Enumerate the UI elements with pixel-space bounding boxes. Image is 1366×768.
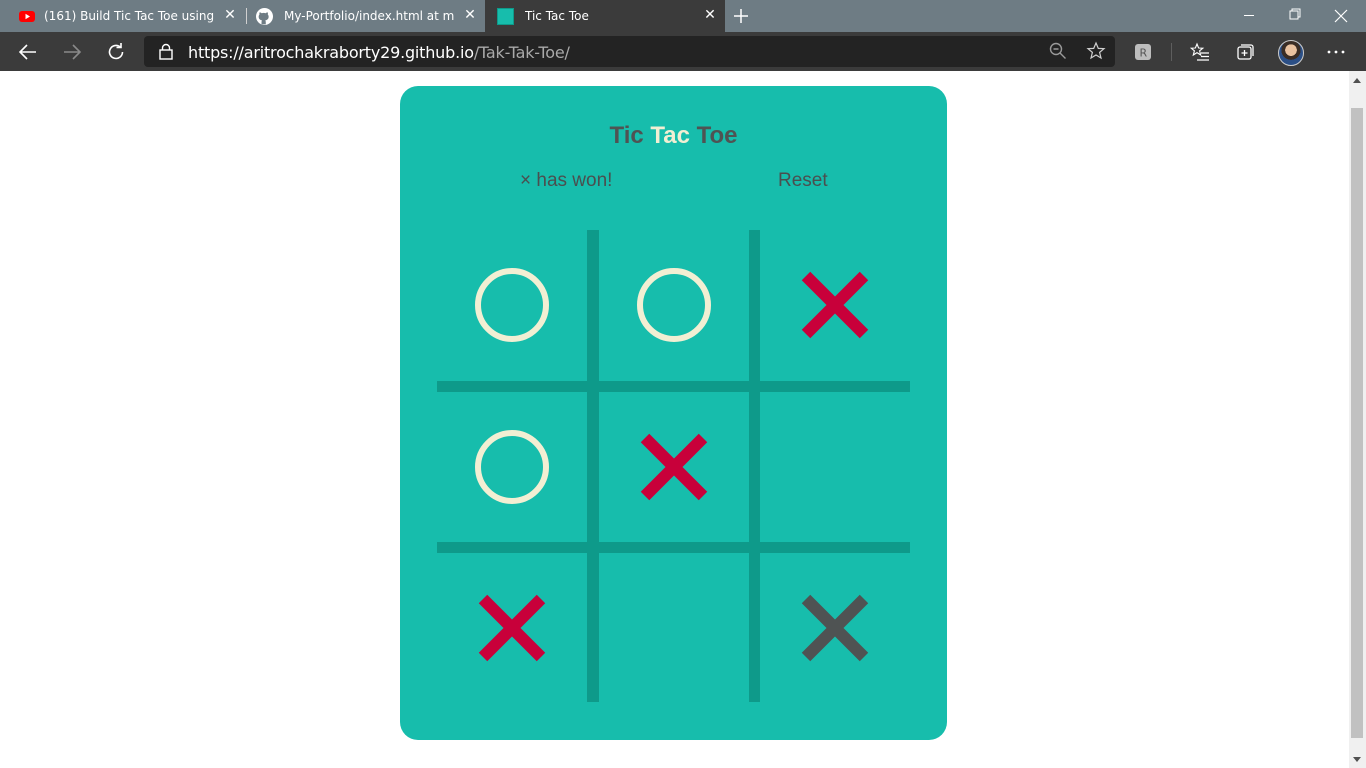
page-title: Tic Tac Toe [400, 122, 947, 150]
close-tab-icon[interactable]: ✕ [463, 8, 477, 22]
tab-github[interactable]: My-Portfolio/index.html at main ✕ [247, 0, 485, 32]
tab-strip: (161) Build Tic Tac Toe using HTML ✕ My-… [0, 0, 1366, 32]
tab-title: Tic Tac Toe [525, 9, 589, 23]
minimize-icon[interactable] [1226, 0, 1272, 32]
github-icon [256, 7, 273, 25]
restore-icon[interactable] [1272, 0, 1318, 32]
toolbar-divider [1171, 43, 1172, 61]
scroll-down-arrow-icon[interactable] [1353, 757, 1361, 762]
close-window-icon[interactable] [1318, 0, 1364, 32]
favorites-list-icon[interactable] [1190, 42, 1210, 62]
reset-button[interactable]: Reset [778, 170, 828, 192]
board-cell-7[interactable] [437, 553, 587, 703]
svg-text:R: R [1140, 47, 1148, 60]
x-mark-icon [800, 270, 870, 340]
collections-icon[interactable] [1235, 42, 1255, 62]
o-mark-icon [475, 430, 549, 504]
x-mark-icon [639, 432, 709, 502]
board-cell-2[interactable] [599, 230, 749, 380]
grid-line-vertical [749, 230, 760, 702]
x-mark-icon [477, 593, 547, 663]
x-mark-icon [800, 593, 870, 663]
title-word-tic: Tic [609, 122, 651, 149]
tab-title: My-Portfolio/index.html at main [284, 9, 454, 23]
extension-icon[interactable]: R [1133, 42, 1153, 62]
game-status: × has won! [520, 170, 613, 191]
zoom-icon[interactable] [1048, 41, 1068, 61]
refresh-icon[interactable] [104, 40, 128, 64]
scroll-thumb[interactable] [1351, 108, 1363, 738]
o-mark-icon [637, 268, 711, 342]
back-arrow-icon[interactable] [16, 40, 40, 64]
board-cell-5[interactable] [599, 392, 749, 542]
board-cell-3[interactable] [760, 230, 910, 380]
grid-line-horizontal [437, 542, 910, 553]
grid-line-vertical [587, 230, 599, 702]
youtube-icon [19, 11, 35, 22]
close-tab-icon[interactable]: ✕ [703, 8, 717, 22]
tab-tic-tac-toe[interactable]: Tic Tac Toe ✕ [485, 0, 725, 32]
lock-icon[interactable] [158, 43, 174, 60]
tab-youtube[interactable]: (161) Build Tic Tac Toe using HTML ✕ [0, 0, 245, 32]
url-path: /Tak-Tak-Toe/ [473, 43, 570, 62]
game-board [437, 230, 910, 702]
url-host: https://aritrochakraborty29.github.io [188, 43, 474, 62]
more-menu-icon[interactable] [1326, 42, 1346, 62]
tab-title: (161) Build Tic Tac Toe using HTML [44, 9, 216, 23]
close-tab-icon[interactable]: ✕ [223, 8, 237, 22]
board-cell-1[interactable] [437, 230, 587, 380]
url-text[interactable]: https://aritrochakraborty29.github.io/Ta… [188, 43, 570, 62]
forward-arrow-icon[interactable] [60, 40, 84, 64]
o-mark-icon [475, 268, 549, 342]
scroll-up-arrow-icon[interactable] [1353, 78, 1361, 83]
profile-avatar[interactable] [1278, 40, 1304, 66]
site-favicon-icon [497, 7, 514, 25]
board-cell-8[interactable] [599, 553, 749, 703]
title-word-toe: Toe [689, 122, 738, 149]
board-cell-4[interactable] [437, 392, 587, 542]
board-cell-6[interactable] [760, 392, 910, 542]
title-word-tac: Tac [650, 122, 690, 149]
board-cell-9[interactable] [760, 553, 910, 703]
game-card: Tic Tac Toe × has won! Reset [400, 86, 947, 740]
favorite-star-icon[interactable] [1086, 41, 1106, 61]
page-scrollbar[interactable] [1349, 71, 1366, 768]
toolbar: https://aritrochakraborty29.github.io/Ta… [0, 32, 1366, 71]
grid-line-horizontal [437, 381, 910, 392]
address-bar[interactable]: https://aritrochakraborty29.github.io/Ta… [144, 36, 1115, 67]
new-tab-icon[interactable] [731, 6, 751, 26]
